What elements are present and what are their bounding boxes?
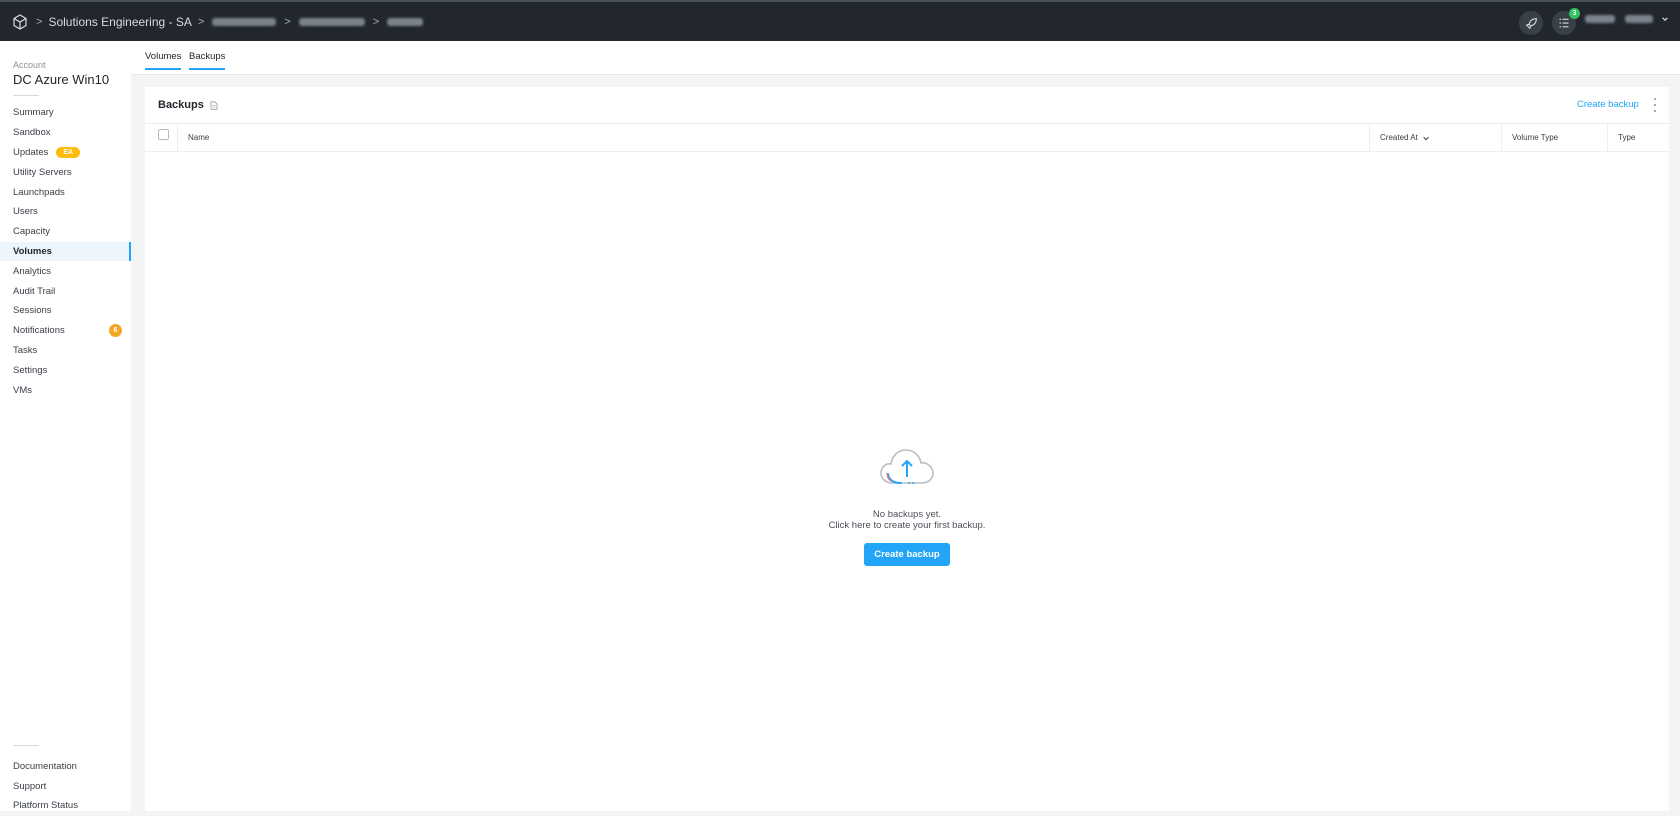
sidebar-item-audit-trail[interactable]: Audit Trail xyxy=(0,281,131,301)
empty-state-message: No backups yet. Click here to create you… xyxy=(829,509,986,531)
sidebar-item-label: Documentation xyxy=(13,761,77,773)
column-header-label: Created At xyxy=(1380,133,1418,142)
sidebar-item-platform-status[interactable]: Platform Status xyxy=(0,796,131,816)
breadcrumb-separator: > xyxy=(197,16,205,28)
sidebar-item-label: Summary xyxy=(13,107,54,119)
more-options-icon[interactable] xyxy=(1650,98,1660,112)
early-access-badge: EA xyxy=(56,146,81,158)
sidebar-item-capacity[interactable]: Capacity xyxy=(0,222,131,242)
sidebar-bottom-nav: Documentation Support Platform Status xyxy=(0,757,131,816)
cube-logo-icon[interactable] xyxy=(12,14,28,30)
tab-backups[interactable]: Backups xyxy=(189,51,226,70)
sidebar-item-users[interactable]: Users xyxy=(0,202,131,222)
sidebar-item-launchpads[interactable]: Launchpads xyxy=(0,182,131,202)
sidebar-item-support[interactable]: Support xyxy=(0,777,131,797)
document-icon[interactable] xyxy=(210,100,218,110)
sidebar-item-summary[interactable]: Summary xyxy=(0,103,131,123)
column-header-created-at[interactable]: Created At xyxy=(1369,124,1501,151)
sidebar-item-label: Users xyxy=(13,206,38,218)
sidebar-item-sandbox[interactable]: Sandbox xyxy=(0,123,131,143)
breadcrumb-item-redacted[interactable] xyxy=(298,18,365,26)
sidebar-item-label: Sandbox xyxy=(13,127,51,139)
column-header-volume-type[interactable]: Volume Type xyxy=(1501,124,1607,151)
sidebar-item-label: Capacity xyxy=(13,226,50,238)
table-header: Name Created At Volume Type Type xyxy=(145,123,1669,152)
sidebar-item-label: Updates xyxy=(13,146,49,158)
breadcrumb-item-organization[interactable]: Solutions Engineering - SA xyxy=(48,15,191,29)
account-name: DC Azure Win10 xyxy=(13,72,110,87)
sort-descending-icon xyxy=(1423,136,1429,140)
sidebar-item-label: Settings xyxy=(13,364,48,376)
notification-count-badge: 3 xyxy=(1569,8,1580,19)
breadcrumb-separator: > xyxy=(372,16,380,28)
breadcrumb-separator: > xyxy=(284,16,291,28)
sidebar-item-updates[interactable]: Updates EA xyxy=(0,143,131,163)
breadcrumb: > Solutions Engineering - SA > > > xyxy=(36,15,425,29)
divider xyxy=(13,95,39,96)
user-first-name-redacted xyxy=(1585,15,1615,23)
sidebar-item-label: Notifications xyxy=(13,325,65,337)
breadcrumb-item-redacted[interactable] xyxy=(212,18,277,26)
sidebar: Account DC Azure Win10 Summary Sandbox U… xyxy=(0,41,131,811)
breadcrumb-separator: > xyxy=(36,16,43,28)
empty-state: No backups yet. Click here to create you… xyxy=(145,447,1669,566)
sidebar-item-label: Sessions xyxy=(13,305,52,317)
cloud-upload-icon xyxy=(880,449,934,484)
empty-state-line: No backups yet. xyxy=(872,509,942,520)
backups-card: Backups Create backup Name Created At Vo… xyxy=(145,87,1669,811)
sidebar-item-settings[interactable]: Settings xyxy=(0,360,131,380)
tab-bar: Volumes Backups xyxy=(131,41,1680,75)
account-label: Account xyxy=(13,60,46,70)
rocket-button[interactable] xyxy=(1519,11,1543,35)
sidebar-item-volumes[interactable]: Volumes xyxy=(0,241,131,262)
notifications-count-badge: 6 xyxy=(109,324,122,338)
column-header-label: Name xyxy=(188,133,210,142)
sidebar-item-notifications[interactable]: Notifications 6 xyxy=(0,321,131,341)
sidebar-item-sessions[interactable]: Sessions xyxy=(0,301,131,321)
sidebar-item-label: VMs xyxy=(13,384,32,396)
card-header: Backups xyxy=(158,99,218,111)
sidebar-item-label: Volumes xyxy=(13,245,52,257)
sidebar-item-label: Analytics xyxy=(13,265,52,277)
column-header-type[interactable]: Type xyxy=(1607,124,1669,151)
card-title: Backups xyxy=(158,99,204,111)
sidebar-item-label: Platform Status xyxy=(13,800,78,812)
sidebar-item-analytics[interactable]: Analytics xyxy=(0,261,131,281)
sidebar-item-label: Launchpads xyxy=(13,186,65,198)
top-bar: > Solutions Engineering - SA > > > 3 xyxy=(0,0,1680,41)
sidebar-item-label: Tasks xyxy=(13,344,38,356)
rocket-icon xyxy=(1525,17,1537,29)
column-header-name[interactable]: Name xyxy=(177,124,1513,151)
sidebar-item-tasks[interactable]: Tasks xyxy=(0,341,131,361)
create-backup-link[interactable]: Create backup xyxy=(1577,99,1639,110)
sidebar-item-label: Support xyxy=(13,780,47,792)
chevron-down-icon xyxy=(1662,17,1668,22)
tab-volumes[interactable]: Volumes xyxy=(145,51,182,70)
sidebar-item-label: Utility Servers xyxy=(13,166,72,178)
tasks-button[interactable]: 3 xyxy=(1552,8,1580,35)
user-menu[interactable] xyxy=(1583,15,1669,23)
divider xyxy=(13,745,39,746)
sidebar-item-label: Audit Trail xyxy=(13,285,56,297)
create-backup-button[interactable]: Create backup xyxy=(864,543,950,566)
column-header-label: Volume Type xyxy=(1512,133,1559,142)
column-header-label: Type xyxy=(1618,133,1636,142)
sidebar-item-vms[interactable]: VMs xyxy=(0,380,131,400)
user-last-name-redacted xyxy=(1625,15,1653,23)
breadcrumb-item-redacted[interactable] xyxy=(387,18,424,26)
empty-state-line[interactable]: Click here to create your first backup. xyxy=(829,520,986,531)
select-all-checkbox[interactable] xyxy=(158,129,169,140)
sidebar-item-utility-servers[interactable]: Utility Servers xyxy=(0,162,131,182)
task-list-icon xyxy=(1559,18,1569,28)
sidebar-nav: Summary Sandbox Updates EA Utility Server… xyxy=(0,103,131,400)
sidebar-item-documentation[interactable]: Documentation xyxy=(0,757,131,777)
